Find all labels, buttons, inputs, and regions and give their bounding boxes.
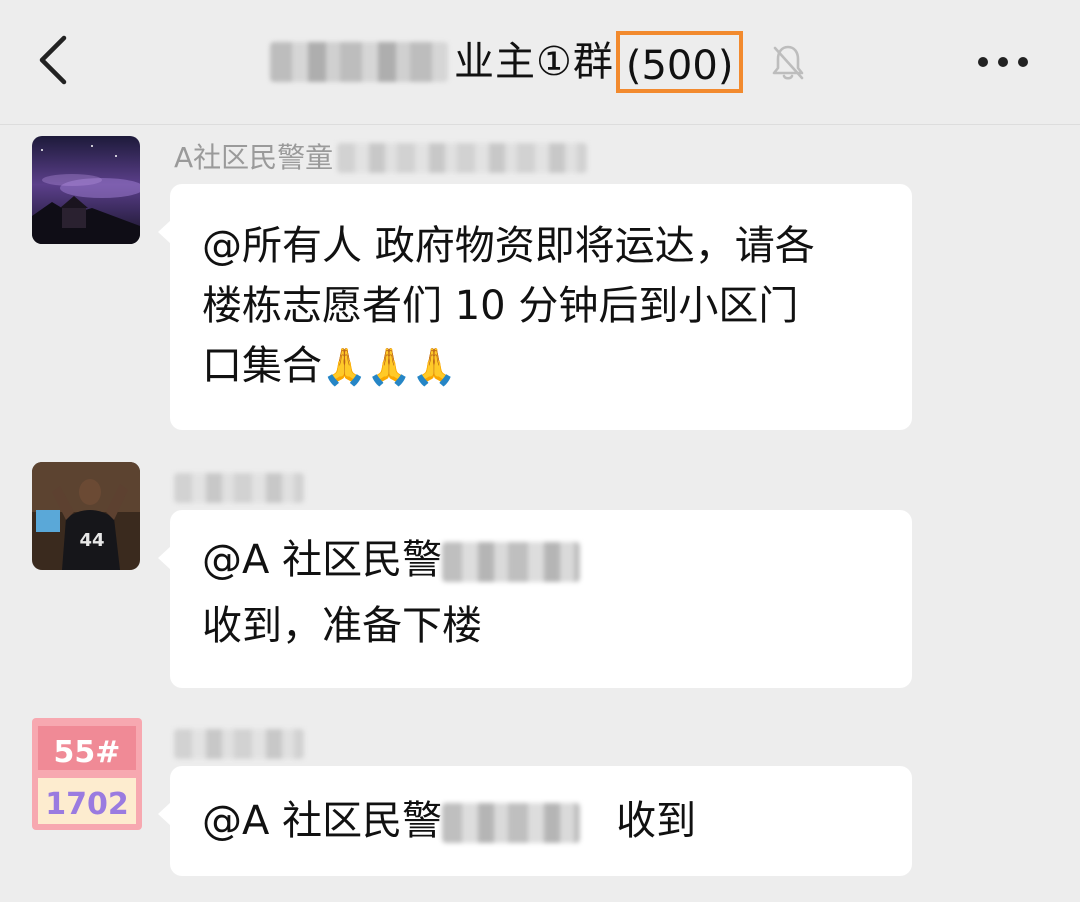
message-line: 楼栋志愿者们 10 分钟后到小区门 [202, 283, 799, 329]
more-options-button[interactable] [972, 44, 1034, 80]
avatar-text-top: 55# [54, 735, 121, 770]
member-count: (500) [615, 31, 744, 93]
message-line-text: 口集合 [202, 343, 322, 389]
chevron-left-icon [39, 35, 67, 85]
avatar[interactable]: 55# 1702 [32, 718, 142, 830]
folded-hands-emoji: 🙏🙏🙏 [322, 347, 457, 388]
top-bar: 业主①群 (500) [0, 0, 1080, 125]
chat-title: 业主①群 (500) [270, 30, 744, 94]
avatar[interactable]: 44 [32, 462, 140, 570]
ellipsis-icon [978, 57, 1028, 67]
message-bubble[interactable]: @A 社区民警 收到，准备下楼 [158, 510, 912, 688]
back-button[interactable] [28, 30, 80, 90]
message-text: 收到 [616, 798, 697, 844]
redacted-mention-part [442, 542, 581, 582]
muted-bell-icon [770, 42, 806, 82]
redacted-mention-part [442, 803, 581, 843]
sender-name: A社区民警童 [174, 138, 588, 178]
message-line: 收到，准备下楼 [202, 603, 482, 649]
redacted-title-part [270, 42, 448, 82]
sender-name [174, 468, 304, 508]
mention: @A 社区民警 [202, 798, 443, 844]
avatar-text-bottom: 1702 [45, 787, 129, 822]
message-line: 口集合🙏🙏🙏 [202, 336, 882, 398]
redacted-sender-part [337, 143, 588, 173]
message-bubble[interactable]: @所有人 政府物资即将运达，请各 楼栋志愿者们 10 分钟后到小区门 口集合🙏🙏… [158, 184, 912, 430]
group-name: 业主①群 [454, 39, 614, 85]
avatar[interactable] [32, 136, 140, 244]
redacted-sender-part [174, 729, 304, 759]
message-line: @所有人 政府物资即将运达，请各 [202, 223, 815, 269]
sender-name [174, 724, 304, 764]
message-line: @A 社区民警 [202, 530, 882, 590]
message-line: @A 社区民警 收到 [202, 791, 882, 851]
mention: @A 社区民警 [202, 537, 443, 583]
sender-name-text: A社区民警童 [174, 141, 334, 174]
redacted-sender-part [174, 473, 304, 503]
message-bubble[interactable]: @A 社区民警 收到 [158, 766, 912, 876]
svg-text:44: 44 [79, 530, 104, 551]
